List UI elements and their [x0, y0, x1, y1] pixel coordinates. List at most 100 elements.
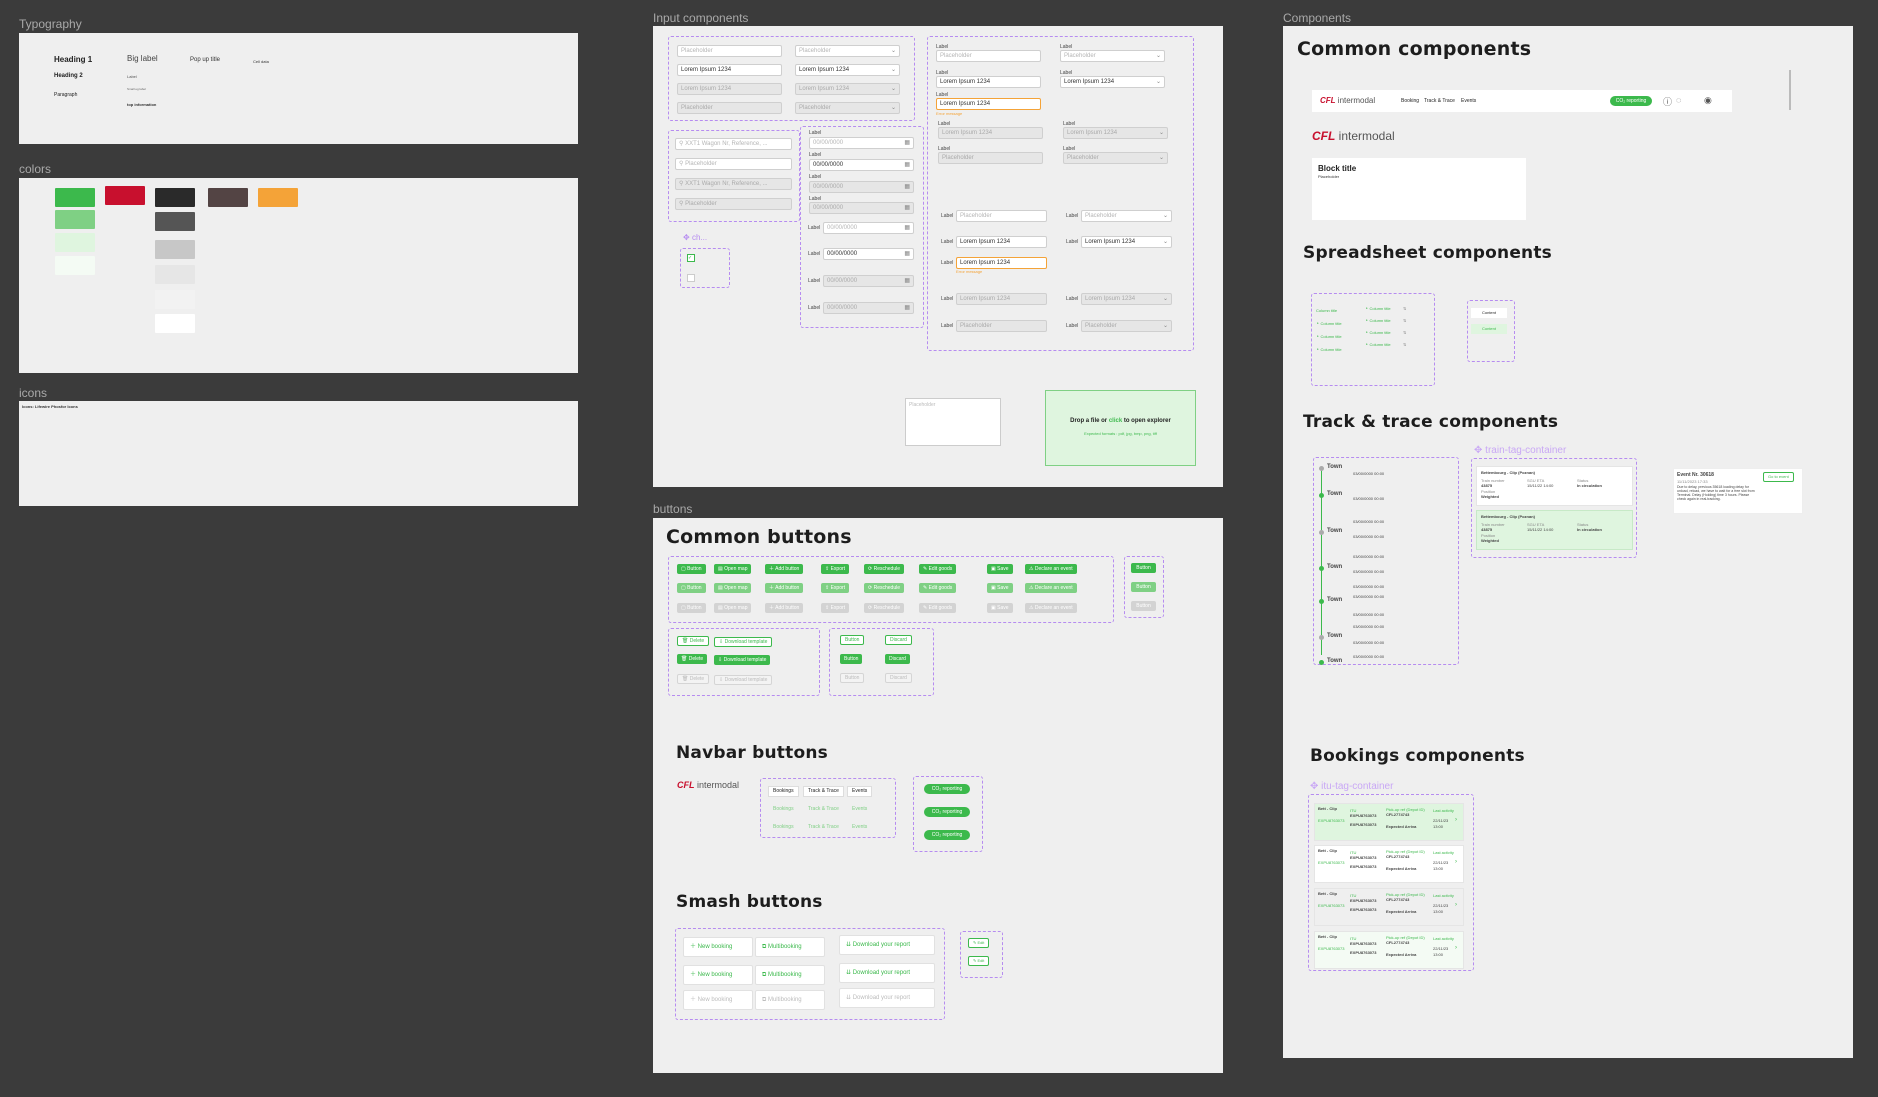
- common-button-button-hover[interactable]: ▢ Button: [677, 583, 706, 593]
- labelled-input-1[interactable]: Placeholder: [936, 50, 1041, 62]
- co2-button-2[interactable]: CO₂ reporting: [924, 807, 970, 817]
- content-cell[interactable]: Content: [1471, 308, 1507, 318]
- chevron-right-icon[interactable]: ›: [1455, 817, 1457, 823]
- column-title[interactable]: ⚬ Column title: [1365, 306, 1391, 311]
- common-button-declare-an-event-default[interactable]: ⚠ Declare an event: [1025, 564, 1077, 574]
- navbar-events[interactable]: Events: [1461, 98, 1476, 104]
- inline-input-1[interactable]: Placeholder: [956, 210, 1047, 222]
- common-button-reschedule-default[interactable]: ⟳ Reschedule: [864, 564, 904, 574]
- select-filled-box[interactable]: Lorem Ipsum 1234 ⌄: [795, 64, 900, 76]
- text-input-filled[interactable]: Lorem Ipsum 1234: [677, 64, 782, 76]
- content-cell-selected[interactable]: Content: [1471, 324, 1507, 334]
- multibooking-hover[interactable]: ⧉ Multibooking: [755, 965, 825, 985]
- edit-button[interactable]: ✎ Edit: [968, 938, 990, 948]
- discard-filled[interactable]: Discard: [885, 654, 910, 664]
- dropzone-click-link[interactable]: click: [1109, 418, 1122, 424]
- button-filled[interactable]: Button: [840, 654, 863, 664]
- select-filled[interactable]: Lorem Ipsum 1234 ⌄: [795, 64, 900, 76]
- column-title[interactable]: ⚬ Column title: [1316, 334, 1342, 339]
- navbar-button-events-hover[interactable]: Events: [847, 804, 872, 815]
- go-to-event-button[interactable]: Go to event: [1763, 472, 1794, 482]
- inline-select-2[interactable]: Lorem Ipsum 1234 ⌄: [1081, 236, 1172, 248]
- search-input-1[interactable]: ⚲ XXT1 Wagon Nr, Reference, ...: [675, 138, 792, 150]
- info-icon[interactable]: ⓘ: [1663, 95, 1672, 108]
- checkbox-unchecked[interactable]: [687, 274, 695, 282]
- user-icon[interactable]: ◉: [1704, 95, 1712, 106]
- common-button-save-default[interactable]: ▣ Save: [987, 564, 1013, 574]
- navbar-button-bookings-default[interactable]: Bookings: [768, 786, 799, 797]
- file-dropzone[interactable]: Drop a file or click to open explorer Ex…: [1045, 390, 1196, 466]
- download-report-hover[interactable]: ⇊ Download your report: [839, 963, 935, 983]
- download-template-filled[interactable]: ⇩ Download template: [714, 655, 771, 665]
- navbar-logo[interactable]: CFL intermodal: [1320, 96, 1375, 105]
- common-button-declare-an-event-hover[interactable]: ⚠ Declare an event: [1025, 583, 1077, 593]
- common-button-save-hover[interactable]: ▣ Save: [987, 583, 1013, 593]
- new-booking-button[interactable]: ＋ New booking: [683, 937, 753, 957]
- navbar-button-track-trace-default[interactable]: Track & Trace: [803, 786, 844, 797]
- booking-card[interactable]: Bett - Clip ITU EXPU8763073 EXPU8763073 EXPU…: [1314, 803, 1464, 841]
- booking-card[interactable]: Bett - Clip ITU EXPU8763073 EXPU8763073 EXPU…: [1314, 845, 1464, 883]
- booking-card[interactable]: Bett - Clip ITU EXPU8763073 EXPU8763073 EXPU…: [1314, 931, 1464, 969]
- select-placeholder-box[interactable]: Placeholder ⌄: [795, 45, 900, 57]
- column-title[interactable]: ⚬ Column title: [1316, 347, 1342, 352]
- common-button-button-default[interactable]: ▢ Button: [677, 564, 706, 574]
- chevron-right-icon[interactable]: ›: [1455, 859, 1457, 865]
- co2-button-3[interactable]: CO₂ reporting: [924, 830, 970, 840]
- column-filter-icon[interactable]: ⇅: [1403, 306, 1406, 311]
- common-button-export-hover[interactable]: ⇪ Export: [821, 583, 850, 593]
- delete-button-filled[interactable]: 🗑 Delete: [677, 654, 708, 664]
- column-filter-icon[interactable]: ⇅: [1403, 330, 1406, 335]
- navbar-button-bookings-hover[interactable]: Bookings: [768, 804, 799, 815]
- column-filter-icon[interactable]: ⇅: [1403, 342, 1406, 347]
- common-button-open-map-hover[interactable]: ▤ Open map: [714, 583, 752, 593]
- single-button-hover[interactable]: Button: [1131, 582, 1156, 592]
- column-filter-icon[interactable]: ⇅: [1403, 318, 1406, 323]
- edit-button-hover[interactable]: ✎ Edit: [968, 956, 990, 966]
- date-inline-1[interactable]: 00/00/0000 ▦: [823, 222, 914, 234]
- navbar-button-track-trace-hover[interactable]: Track & Trace: [803, 804, 844, 815]
- checkbox-checked[interactable]: ✓: [687, 254, 695, 262]
- inline-input-error[interactable]: Lorem Ipsum 1234: [956, 257, 1047, 269]
- common-button-edit-goods-hover[interactable]: ✎ Edit goods: [919, 583, 957, 593]
- train-card[interactable]: Bettembourg - Clip (Poznan) Train number…: [1476, 466, 1633, 506]
- train-card-selected[interactable]: Bettembourg - Clip (Poznan) Train number…: [1476, 510, 1633, 550]
- cfl-logo[interactable]: CFL intermodal: [677, 780, 739, 790]
- common-button-export-default[interactable]: ⇪ Export: [821, 564, 850, 574]
- navbar-co2-button[interactable]: CO₂ reporting: [1610, 96, 1652, 106]
- column-title[interactable]: ⚬ Column title: [1365, 330, 1391, 335]
- text-input-placeholder[interactable]: Placeholder: [677, 45, 782, 57]
- common-button-add-button-default[interactable]: ＋ Add button: [765, 564, 804, 574]
- inline-select-1[interactable]: Placeholder ⌄: [1081, 210, 1172, 222]
- navbar-button-events-default[interactable]: Events: [847, 786, 873, 797]
- navbar-booking[interactable]: Booking: [1401, 98, 1419, 104]
- labelled-select-1[interactable]: Placeholder ⌄: [1060, 50, 1165, 62]
- chevron-right-icon[interactable]: ›: [1455, 902, 1457, 908]
- date-input-1[interactable]: 00/00/0000 ▦: [809, 137, 914, 149]
- date-inline-2[interactable]: 00/00/0000 ▦: [823, 248, 914, 260]
- search-input-2[interactable]: ⚲ Placeholder: [675, 158, 792, 170]
- labelled-select-2[interactable]: Lorem Ipsum 1234 ⌄: [1060, 76, 1165, 88]
- single-button-default[interactable]: Button: [1131, 563, 1156, 573]
- booking-card[interactable]: Bett - Clip ITU EXPU8763073 EXPU8763073 EXPU…: [1314, 888, 1464, 926]
- common-button-reschedule-hover[interactable]: ⟳ Reschedule: [864, 583, 904, 593]
- discard-outline[interactable]: Discard: [885, 635, 912, 645]
- navbar-button-track-trace-active[interactable]: Track & Trace: [803, 822, 844, 833]
- new-booking-hover[interactable]: ＋ New booking: [683, 965, 753, 985]
- column-title[interactable]: ⚬ Column title: [1365, 318, 1391, 323]
- chevron-right-icon[interactable]: ›: [1455, 945, 1457, 951]
- download-report-button[interactable]: ⇊ Download your report: [839, 935, 935, 955]
- navbar-track-trace[interactable]: Track & Trace: [1424, 98, 1455, 104]
- inline-input-2[interactable]: Lorem Ipsum 1234: [956, 236, 1047, 248]
- download-template-outline[interactable]: ⇩ Download template: [714, 637, 773, 647]
- column-title[interactable]: Column title: [1316, 308, 1337, 313]
- select-placeholder[interactable]: Placeholder ⌄: [795, 45, 900, 57]
- textarea[interactable]: Placeholder: [905, 398, 1001, 446]
- column-title[interactable]: ⚬ Column title: [1365, 342, 1391, 347]
- button-outline[interactable]: Button: [840, 635, 865, 645]
- navbar-button-bookings-active[interactable]: Bookings: [768, 822, 799, 833]
- chat-icon[interactable]: ◌: [1676, 95, 1681, 105]
- event-card[interactable]: Event Nr. 30618 11/11/2023 17:33 Due to …: [1673, 468, 1803, 514]
- scrollbar[interactable]: [1789, 70, 1791, 110]
- common-button-edit-goods-default[interactable]: ✎ Edit goods: [919, 564, 957, 574]
- delete-button-outline[interactable]: 🗑 Delete: [677, 636, 710, 646]
